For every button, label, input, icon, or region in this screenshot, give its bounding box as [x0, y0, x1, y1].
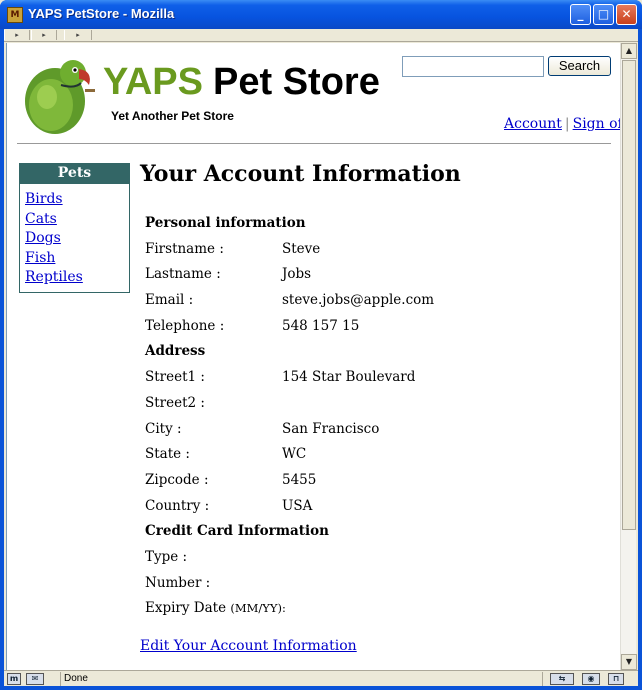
firstname-label: Firstname :	[145, 240, 224, 257]
telephone-value: 548 157 15	[282, 317, 360, 334]
card-number-label: Number :	[145, 574, 211, 591]
nav-item-fish[interactable]: Fish	[25, 249, 129, 269]
scroll-up-icon[interactable]: ▲	[621, 43, 637, 59]
pets-nav: Pets Birds Cats Dogs Fish Reptiles	[19, 163, 130, 293]
browser-client: ▸ ▸ ▸ YAPS Pet Store Yet Another Pet Stor…	[4, 29, 638, 686]
brand-yaps: YAPS	[103, 61, 203, 103]
state-label: State :	[145, 446, 190, 463]
search-input[interactable]	[402, 56, 544, 77]
firstname-value: Steve	[282, 240, 321, 257]
nav-item-dogs[interactable]: Dogs	[25, 229, 129, 249]
lock-icon[interactable]: ⊓	[608, 673, 624, 685]
card-type-label: Type :	[145, 548, 188, 565]
expiry-label: Expiry Date (MM/YY):	[145, 596, 286, 622]
country-label: Country :	[145, 497, 210, 514]
collapsed-toolbars: ▸ ▸ ▸	[4, 29, 638, 42]
status-separator	[542, 672, 543, 686]
link-separator: |	[564, 116, 570, 132]
nav-item-reptiles[interactable]: Reptiles	[25, 268, 129, 288]
status-text: Done	[64, 673, 88, 684]
page-title: Your Account Information	[140, 161, 461, 187]
email-value: steve.jobs@apple.com	[282, 292, 435, 309]
toolbar-grip-icon[interactable]: ▸	[31, 30, 57, 40]
pets-nav-list: Birds Cats Dogs Fish Reptiles	[20, 184, 129, 288]
pets-nav-title: Pets	[20, 164, 129, 184]
city-label: City :	[145, 420, 182, 437]
state-value: WC	[282, 446, 307, 463]
mail-icon[interactable]: ✉	[26, 673, 44, 685]
toolbar-grip-icon[interactable]: ▸	[64, 30, 92, 40]
window-title: YAPS PetStore - Mozilla	[28, 6, 175, 21]
toolbar-grip-icon[interactable]: ▸	[4, 30, 30, 40]
account-info: Personal information Firstname : Steve La…	[145, 211, 605, 622]
header-divider	[17, 143, 611, 144]
parrot-logo	[25, 60, 95, 134]
email-label: Email :	[145, 292, 194, 309]
lastname-value: Jobs	[282, 266, 312, 283]
brand-pet-store: Pet Store	[213, 61, 380, 103]
telephone-label: Telephone :	[145, 317, 225, 334]
page-viewport: YAPS Pet Store Yet Another Pet Store Sear…	[6, 43, 620, 670]
maximize-icon[interactable]: □	[593, 4, 614, 25]
expiry-label-text: Expiry Date	[145, 600, 227, 617]
vertical-scrollbar[interactable]: ▲ ▼	[620, 43, 637, 670]
scrollbar-thumb[interactable]	[622, 60, 636, 530]
site-tagline: Yet Another Pet Store	[111, 109, 234, 123]
nav-item-cats[interactable]: Cats	[25, 210, 129, 230]
title-bar[interactable]: M YAPS PetStore - Mozilla _ □ ✕	[0, 0, 642, 29]
connection-icon: ⇆	[550, 673, 574, 685]
status-bar: m ✉ Done ⇆ ◉ ⊓	[4, 670, 638, 686]
expiry-format: (MM/YY):	[230, 601, 286, 616]
scroll-down-icon[interactable]: ▼	[621, 654, 637, 670]
zipcode-value: 5455	[282, 471, 317, 488]
street2-label: Street2 :	[145, 394, 205, 411]
status-separator	[60, 672, 61, 686]
credit-card-heading: Credit Card Information	[145, 523, 329, 540]
search-button[interactable]: Search	[548, 56, 611, 76]
close-icon[interactable]: ✕	[616, 4, 637, 25]
nav-item-birds[interactable]: Birds	[25, 190, 129, 210]
city-value: San Francisco	[282, 420, 380, 437]
signoff-link[interactable]: Sign off	[573, 116, 620, 132]
browser-app-icon: M	[7, 7, 23, 23]
street1-label: Street1 :	[145, 369, 205, 386]
country-value: USA	[282, 497, 313, 514]
minimize-icon[interactable]: _	[570, 4, 591, 25]
address-heading: Address	[145, 343, 206, 360]
street1-value: 154 Star Boulevard	[282, 369, 416, 386]
personal-heading: Personal information	[145, 215, 306, 231]
edit-account-link[interactable]: Edit Your Account Information	[140, 638, 357, 654]
account-link[interactable]: Account	[504, 116, 562, 132]
site-brand: YAPS Pet Store	[103, 61, 380, 104]
account-links: Account|Sign off	[504, 116, 620, 132]
zipcode-label: Zipcode :	[145, 471, 209, 488]
lastname-label: Lastname :	[145, 266, 221, 283]
navigator-icon[interactable]: m	[7, 673, 21, 685]
cookie-icon[interactable]: ◉	[582, 673, 600, 685]
browser-window: M YAPS PetStore - Mozilla _ □ ✕ ▸ ▸ ▸ YA…	[0, 0, 642, 690]
